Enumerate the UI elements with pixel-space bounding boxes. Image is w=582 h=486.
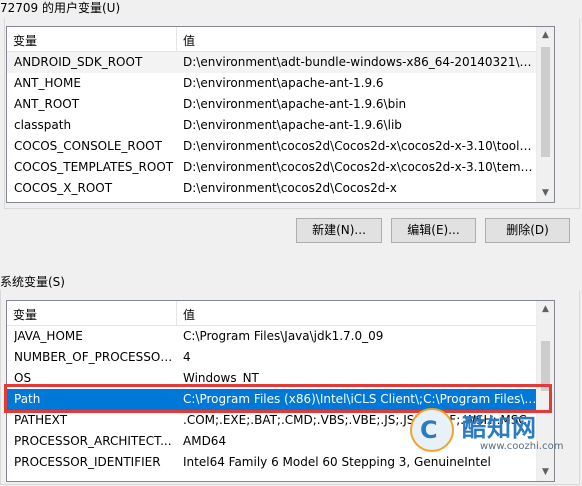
variable-name: COCOS_X_ROOT bbox=[14, 181, 113, 195]
coozhi-logo-icon: C bbox=[410, 408, 454, 452]
user-list-scrollbar[interactable]: ▲ ▼ bbox=[536, 27, 554, 202]
system-row[interactable]: JAVA_HOME C:\Program Files\Java\jdk1.7.0… bbox=[7, 326, 537, 347]
user-row[interactable]: COCOS_X_ROOT D:\environment\cocos2d\Coco… bbox=[7, 178, 537, 199]
variable-name: ANT_ROOT bbox=[14, 97, 80, 111]
scroll-down-arrow-icon[interactable]: ▼ bbox=[537, 185, 554, 202]
variable-name: COCOS_CONSOLE_ROOT bbox=[14, 139, 162, 153]
variable-value: D:\environment\adt-bundle-windows-x86_64… bbox=[183, 55, 537, 69]
scroll-thumb[interactable] bbox=[541, 47, 550, 157]
system-row[interactable]: NUMBER_OF_PROCESSORS 4 bbox=[7, 347, 537, 368]
user-row[interactable]: COCOS_TEMPLATES_ROOT D:\environment\coco… bbox=[7, 157, 537, 178]
variable-name: NUMBER_OF_PROCESSORS bbox=[14, 350, 174, 364]
watermark-url: www.coozhi.com bbox=[480, 441, 564, 452]
scroll-down-arrow-icon[interactable]: ▼ bbox=[537, 464, 554, 481]
scroll-up-arrow-icon[interactable]: ▲ bbox=[537, 301, 554, 318]
column-header-value[interactable]: 值 bbox=[183, 32, 195, 49]
user-list-header: 变量 值 bbox=[7, 27, 537, 52]
user-row[interactable]: ANDROID_SDK_ROOT D:\environment\adt-bund… bbox=[7, 52, 537, 73]
variable-name: COCOS_TEMPLATES_ROOT bbox=[14, 160, 174, 174]
variable-name: ANDROID_SDK_ROOT bbox=[14, 55, 143, 69]
variable-name: PROCESSOR_ARCHITECT... bbox=[14, 434, 172, 448]
user-variables-list[interactable]: 变量 值 ANDROID_SDK_ROOT D:\environment\adt… bbox=[6, 26, 555, 203]
variable-value: C:\Program Files\Java\jdk1.7.0_09 bbox=[183, 329, 384, 343]
variable-value: 4 bbox=[183, 350, 191, 364]
variable-name: PATHEXT bbox=[14, 413, 68, 427]
variable-name: classpath bbox=[14, 118, 72, 132]
new-user-variable-button[interactable]: 新建(N)... bbox=[296, 218, 382, 243]
variable-value: D:\environment\cocos2d\Cocos2d-x\cocos2d… bbox=[183, 160, 537, 174]
column-header-variable[interactable]: 变量 bbox=[13, 32, 37, 49]
user-row[interactable]: ANT_HOME D:\environment\apache-ant-1.9.6 bbox=[7, 73, 537, 94]
variable-value: D:\environment\apache-ant-1.9.6\bin bbox=[183, 97, 407, 111]
scroll-up-arrow-icon[interactable]: ▲ bbox=[537, 27, 554, 44]
variable-name: PROCESSOR_IDENTIFIER bbox=[14, 455, 161, 469]
variable-name: JAVA_HOME bbox=[14, 329, 83, 343]
variable-value: D:\environment\cocos2d\Cocos2d-x\cocos2d… bbox=[183, 139, 537, 153]
watermark-title: 酷知网 bbox=[462, 414, 537, 442]
system-list-header: 变量 值 bbox=[7, 301, 537, 326]
column-divider[interactable] bbox=[176, 301, 177, 325]
variable-value: D:\environment\cocos2d\Cocos2d-x bbox=[183, 181, 397, 195]
column-divider[interactable] bbox=[176, 27, 177, 51]
edit-user-variable-button[interactable]: 编辑(E)... bbox=[391, 218, 476, 243]
user-row[interactable]: classpath D:\environment\apache-ant-1.9.… bbox=[7, 115, 537, 136]
delete-user-variable-button[interactable]: 删除(D) bbox=[485, 218, 570, 243]
coozhi-watermark: C 酷知网 www.coozhi.com bbox=[408, 402, 563, 462]
variable-value: D:\environment\apache-ant-1.9.6 bbox=[183, 76, 384, 90]
column-header-variable[interactable]: 变量 bbox=[13, 306, 37, 323]
variable-name: ANT_HOME bbox=[14, 76, 81, 90]
user-variables-title: 72709 的用户变量(U) bbox=[0, 1, 121, 15]
variable-value: D:\environment\apache-ant-1.9.6\lib bbox=[183, 118, 402, 132]
column-header-value[interactable]: 值 bbox=[183, 306, 195, 323]
system-variables-title: 系统变量(S) bbox=[0, 275, 65, 289]
user-row[interactable]: ANT_ROOT D:\environment\apache-ant-1.9.6… bbox=[7, 94, 537, 115]
user-row[interactable]: COCOS_CONSOLE_ROOT D:\environment\cocos2… bbox=[7, 136, 537, 157]
